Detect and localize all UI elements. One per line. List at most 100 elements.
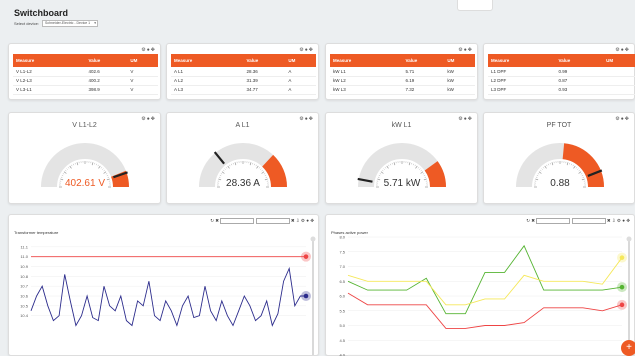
- measure-table: Measure Value UM V L1-L2 402.6 V V L2-L3 400.…: [13, 54, 158, 95]
- gauge-tick: [220, 173, 223, 175]
- gauge-tick: [264, 178, 268, 181]
- gauge-tick: [390, 163, 392, 166]
- measure-table: Measure Value UM A L1 28.36 A A L2 31.39 A A L…: [171, 54, 316, 95]
- series-line: [347, 244, 623, 315]
- y-tick-label: 4.5: [339, 338, 345, 343]
- gauge-tick: [69, 165, 72, 169]
- gauge-tick: [420, 171, 424, 174]
- gauge-tick: [544, 165, 547, 169]
- gauge-tick: [264, 175, 267, 177]
- gauge-tick: [106, 175, 109, 177]
- gauge-tick: [393, 162, 396, 166]
- gauge-tick: [249, 162, 252, 166]
- gauge-tick: [102, 168, 104, 170]
- gauge-tick: [61, 175, 64, 177]
- col-header: Value: [402, 54, 445, 67]
- y-tick-label: 10.4: [20, 313, 29, 318]
- col-header: Value: [243, 54, 286, 67]
- gauge-tick: [234, 162, 237, 166]
- table-card-current: ⚙●✥ Measure Value UM A L1 28.36 A A L2 31.39 A…: [166, 43, 319, 100]
- gauge-band: [261, 154, 287, 188]
- gauge-tick: [377, 176, 380, 178]
- table-row: A L1 28.36 A: [171, 67, 316, 77]
- gauge-tick: [224, 168, 226, 170]
- gauge-tick: [582, 176, 585, 178]
- table-row: A L3 34.77 A: [171, 85, 316, 95]
- scroll-handle[interactable]: [626, 236, 632, 242]
- gauge-tick: [97, 164, 99, 167]
- move-icon[interactable]: ✥: [309, 47, 314, 53]
- scroll-handle[interactable]: [310, 236, 316, 242]
- gauge-tick: [414, 164, 416, 167]
- gauge-tick: [380, 171, 384, 174]
- gauge-tick: [60, 178, 64, 181]
- gauge-tick: [221, 171, 225, 174]
- y-tick-label: 11.1: [21, 244, 29, 249]
- y-tick-label: 10.7: [20, 284, 29, 289]
- gauge-card-current: ⚙●✥ A L1 28.36 A: [166, 112, 319, 204]
- gauge-tick: [537, 173, 540, 175]
- move-icon[interactable]: ✥: [625, 47, 630, 53]
- table-row: kW L1 5.71 kW: [330, 67, 475, 77]
- gauge-tick: [67, 167, 70, 169]
- gauge-value: 5.71 kW: [384, 178, 421, 189]
- gauge-tick: [65, 169, 67, 172]
- gauge-tick: [103, 171, 107, 174]
- gauge-tick: [570, 163, 572, 166]
- gauge-tick: [265, 176, 268, 178]
- move-icon[interactable]: ✥: [468, 47, 473, 53]
- y-tick-label: 6.0: [339, 294, 345, 299]
- table-row: kW L2 6.19 kW: [330, 76, 475, 86]
- table-row: kW L3 7.32 kW: [330, 85, 475, 95]
- y-tick-label: 5.5: [339, 308, 345, 313]
- gauge-tick: [227, 165, 230, 169]
- gauge-value: 0.88: [550, 178, 570, 189]
- gauge-tick: [225, 167, 228, 169]
- col-header: UM: [285, 54, 316, 67]
- series-end-point: [619, 255, 625, 260]
- gauge-tick: [260, 168, 262, 170]
- header-widget-box: [457, 0, 493, 11]
- gauge-tick: [258, 167, 261, 169]
- line-chart: 11.1 11.0 10.9 10.8 10.7 10.6 10.5 10.4: [20, 236, 316, 355]
- page-title: Switchboard: [14, 8, 69, 18]
- gauge-tick: [379, 173, 382, 175]
- gauge-tick: [74, 162, 76, 165]
- col-header: Measure: [330, 54, 403, 67]
- gauge-tick: [535, 178, 539, 181]
- y-tick-label: 10.9: [20, 264, 29, 269]
- add-button[interactable]: +: [621, 340, 635, 356]
- gauge-tick: [261, 171, 265, 174]
- gauge-tick: [383, 168, 385, 170]
- gauge-tick: [391, 162, 393, 165]
- gauge-tick: [60, 176, 63, 178]
- gauge-tick: [263, 173, 266, 175]
- y-tick-label: 4.0: [339, 353, 345, 356]
- y-tick-label: 10.6: [20, 294, 29, 299]
- gauge-tick: [253, 163, 255, 166]
- y-tick-label: 5.0: [339, 323, 345, 328]
- gauge-value: 402.61 V: [65, 178, 105, 189]
- gauge-tick: [62, 173, 65, 175]
- gauge-tick: [536, 175, 539, 177]
- series-end-point: [619, 284, 625, 290]
- table-row: L2 DPF 0.87: [488, 76, 635, 86]
- gauge-tick: [218, 176, 221, 178]
- chart-card-active-power: ↻ ✖ ✖ ⇩ ⚙ ● ✥ Phases active power 8.0 7.5…: [325, 214, 635, 356]
- col-header: Measure: [488, 54, 556, 67]
- gauge-tick: [535, 176, 538, 178]
- gauge-tick: [424, 176, 427, 178]
- device-select[interactable]: Schneider-Electric - Device 1 ▾: [42, 20, 98, 27]
- col-header: UM: [444, 54, 475, 67]
- table-card-pf: ⚙●✥ Measure Value UM L1 DPF 0.99 L2 DPF 0.87…: [483, 43, 635, 100]
- y-tick-label: 10.5: [20, 303, 29, 308]
- gauge-tick: [573, 165, 576, 169]
- device-select-value: Schneider-Electric - Device 1: [45, 21, 91, 25]
- gauge-value: 28.36 A: [226, 178, 260, 189]
- move-icon[interactable]: ✥: [151, 47, 156, 53]
- table-row: L1 DPF 0.99: [488, 67, 635, 77]
- gauge-tick: [95, 163, 97, 166]
- gauge-tick: [252, 162, 254, 165]
- gauge-band: [424, 161, 446, 188]
- gauge-tick: [549, 162, 551, 165]
